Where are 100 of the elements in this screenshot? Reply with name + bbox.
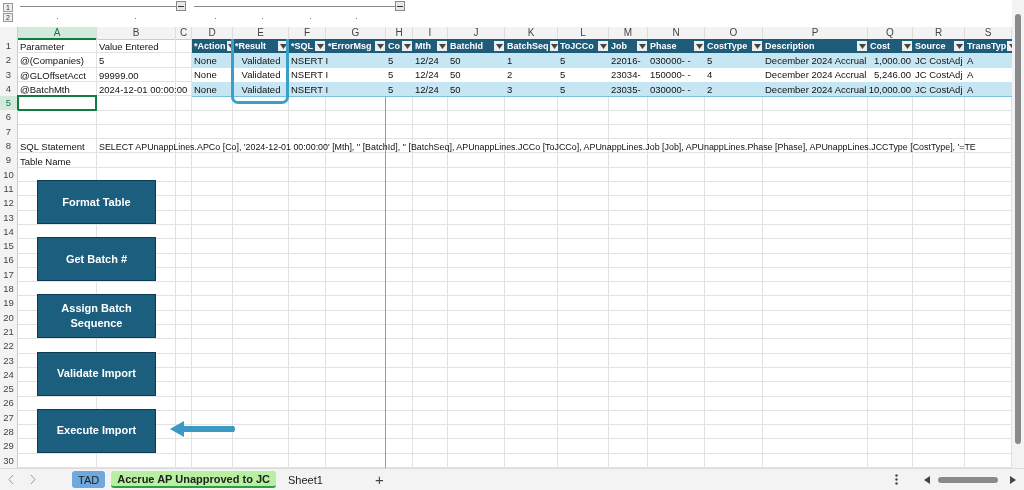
more-options-icon[interactable] [895,474,898,485]
sheet-tab[interactable]: Accrue AP Unapproved to JC [111,471,276,488]
table-cell-text: None [193,82,218,97]
dropdown-icon [438,43,446,49]
row-number[interactable]: 29 [0,439,18,455]
sql-statement-text: SELECT APUnappLines.APCo [Co], '2024-12-01 00:00:00' [Mth], '' [BatchId], '' [BatchSeq], APUnappLines.JCCo [ToJCCo], APUnappLines.Job [Job], APUnappLines.Phase [Phase], APUnappLines.JCCType [CostType], '=TE [98,140,977,154]
column-header: Description [765,41,815,52]
vertical-scrollbar[interactable] [1012,0,1024,468]
column-header: Mth [415,41,431,52]
table-cell-text: 150000- - [649,68,692,82]
filter-dropdown-button[interactable] [857,41,867,52]
table-cell-text: NSERT I [290,82,326,97]
filter-dropdown-button[interactable] [402,41,412,52]
table-cell-text: 1,000.00 [873,53,912,68]
table-cell-text: 030000- - [649,82,692,97]
collapse-icon[interactable] [395,1,405,11]
column-header: Phase [650,41,677,52]
table-cell-text: Validated [240,53,282,68]
column-header: *Result [235,41,266,52]
parameter-name: @GLOffsetAcct [19,68,87,83]
scroll-right-icon[interactable] [1010,475,1016,484]
table-cell-text: 5 [387,53,395,68]
filter-dropdown-button[interactable] [637,41,647,52]
table-cell-text: 5,246.00 [873,68,912,82]
table-cell-text: 10,000.00 [868,82,912,97]
column-header: BatchSeq [507,41,549,52]
table-cell-text: None [193,68,218,82]
table-cell-text: A [966,53,975,68]
column-header: *Action [194,41,226,52]
table-cell-text: 2 [506,68,514,82]
row-number[interactable]: 6 [0,110,18,126]
row-number[interactable]: 19 [0,296,18,312]
column-header: Co [388,41,400,52]
table-cell-text: December 2024 Accrual [764,53,868,68]
table-cell-text: 5 [387,68,395,82]
table-cell-text: 12/24 [414,82,440,97]
table-cell-text: 5 [559,53,567,68]
table-cell-text: 2 [706,82,714,97]
collapse-icon[interactable] [176,1,186,11]
dropdown-icon [599,43,607,49]
dropdown-icon [495,43,503,49]
dropdown-icon [403,43,411,49]
filter-dropdown-button[interactable] [315,41,325,52]
filter-dropdown-button[interactable] [598,41,608,52]
table-cell-text: 4 [706,68,714,82]
parameter-name: @BatchMth [19,83,71,98]
filter-dropdown-button[interactable] [752,41,762,52]
column-header: *ErrorMsg [328,41,372,52]
dropdown-icon [903,43,911,49]
sheet-tab[interactable]: TAD [72,471,106,488]
dropdown-icon [858,43,866,49]
table-cell-text: JC CostAdj [914,82,964,97]
parameter-value: 5 [98,54,106,69]
column-header: CostType [707,41,748,52]
macro-button[interactable]: Assign Batch Sequence [37,294,156,339]
dropdown-icon [279,43,287,49]
chevron-left-icon [8,475,14,484]
filter-dropdown-button[interactable] [375,41,385,52]
filter-dropdown-button[interactable] [954,41,964,52]
chevron-right-icon [30,475,36,484]
filter-dropdown-button[interactable] [549,41,558,52]
filter-dropdown-button[interactable] [278,41,288,52]
dropdown-icon [638,43,646,49]
column-header: Cost [870,41,890,52]
filter-dropdown-button[interactable] [694,41,704,52]
table-cell-text: 50 [449,68,462,82]
selected-cell[interactable] [17,95,97,112]
dropdown-icon [376,43,384,49]
macro-button[interactable]: Get Batch # [37,237,156,282]
table-cell-text: 50 [449,82,462,97]
filter-dropdown-button[interactable] [494,41,504,52]
column-header: *SQL [291,41,313,52]
row-number[interactable]: 16 [0,253,18,269]
table-cell-text: 030000- - [649,53,692,68]
table-cell-text: 50 [449,53,462,68]
add-sheet-button[interactable]: + [368,470,390,489]
row-number[interactable]: 12 [0,196,18,212]
scroll-left-icon[interactable] [924,475,930,484]
row-number[interactable]: 22 [0,339,18,355]
macro-button[interactable]: Format Table [37,180,156,224]
row-number[interactable]: 9 [0,153,18,169]
column-header: Source [915,41,946,52]
table-cell-text: 12/24 [414,68,440,82]
macro-button[interactable]: Validate Import [37,351,156,396]
table-cell-text: 5 [706,53,714,68]
table-cell-text: 5 [559,82,567,97]
macro-button[interactable]: Execute Import [37,408,156,453]
filter-dropdown-button[interactable] [226,41,233,52]
row-number[interactable]: 2 [0,53,18,69]
sheet-tab[interactable]: Sheet1 [282,471,329,488]
table-cell-text: 5 [559,68,567,82]
dropdown-icon [551,43,558,49]
table-cell-text: NSERT I [290,53,326,68]
table-cell-text: 23035- [610,82,642,97]
row-number[interactable]: 26 [0,396,18,412]
table-cell-text: December 2024 Accrual [764,82,868,97]
table-cell-text: NSERT I [290,68,326,82]
dropdown-icon [753,43,761,49]
filter-dropdown-button[interactable] [902,41,912,52]
filter-dropdown-button[interactable] [437,41,447,52]
